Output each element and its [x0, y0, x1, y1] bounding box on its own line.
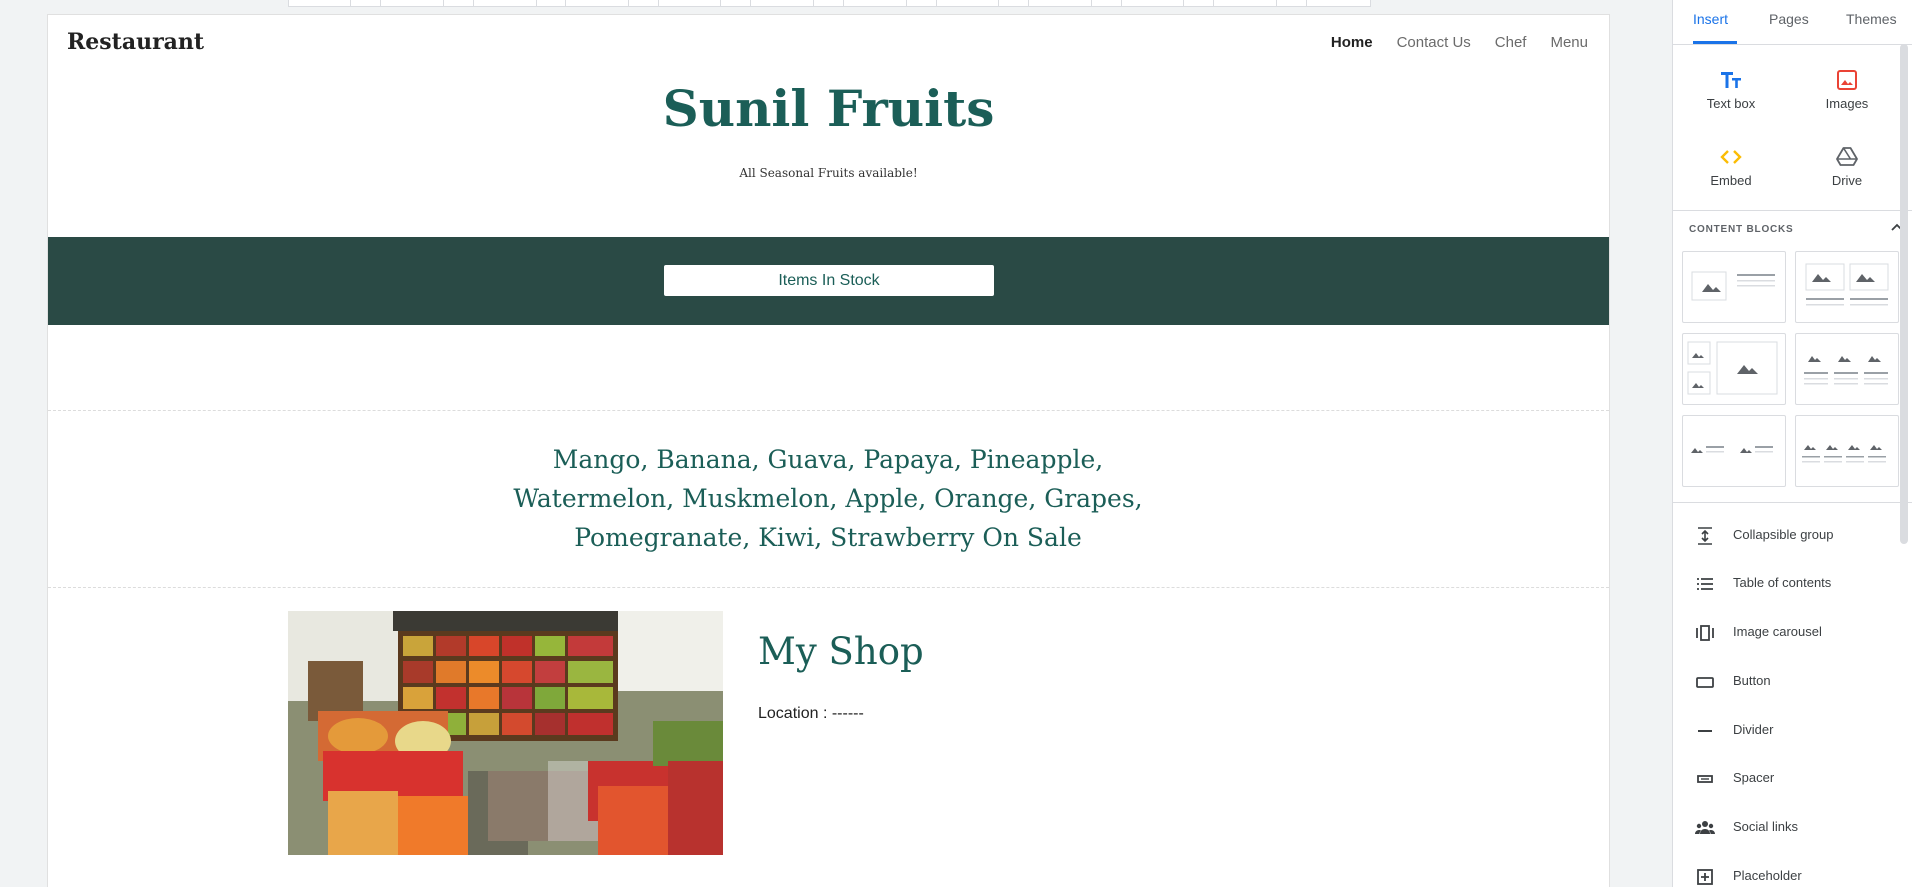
- content-block-2[interactable]: [1795, 251, 1899, 323]
- social-links-icon: [1695, 821, 1715, 834]
- spacer-icon: [1697, 775, 1713, 783]
- insert-spacer-label: Spacer: [1733, 770, 1775, 785]
- content-block-3[interactable]: [1682, 333, 1786, 405]
- sale-text[interactable]: Mango, Banana, Guava, Papaya, Pineapple,…: [488, 440, 1168, 557]
- insert-image-carousel[interactable]: Image carousel: [1673, 613, 1903, 653]
- items-in-stock-button[interactable]: Items In Stock: [664, 265, 994, 296]
- tab-pages[interactable]: Pages: [1769, 11, 1809, 27]
- image-carousel-icon: [1696, 625, 1714, 641]
- insert-text-box-label: Text box: [1706, 96, 1756, 111]
- panel-divider: [1673, 210, 1912, 211]
- site-title[interactable]: Restaurant: [67, 29, 204, 55]
- section-divider: [48, 587, 1609, 588]
- content-block-1[interactable]: [1682, 251, 1786, 323]
- insert-table-of-contents-label: Table of contents: [1733, 575, 1832, 590]
- panel-divider: [1673, 502, 1912, 503]
- active-tab-underline: [1693, 41, 1737, 44]
- insert-placeholder-label: Placeholder: [1733, 868, 1802, 883]
- insert-placeholder[interactable]: Placeholder: [1673, 857, 1903, 887]
- insert-button-label: Button: [1733, 673, 1771, 688]
- insert-embed-label: Embed: [1710, 173, 1752, 188]
- insert-images[interactable]: Images: [1797, 62, 1897, 126]
- tab-themes[interactable]: Themes: [1846, 11, 1897, 27]
- insert-drive[interactable]: Drive: [1797, 139, 1897, 203]
- insert-image-carousel-label: Image carousel: [1733, 624, 1822, 639]
- tab-insert[interactable]: Insert: [1693, 11, 1728, 27]
- nav-contact-us[interactable]: Contact Us: [1397, 34, 1471, 51]
- insert-drive-label: Drive: [1831, 173, 1863, 188]
- insert-divider[interactable]: Divider: [1673, 711, 1903, 751]
- stock-band[interactable]: Items In Stock: [48, 237, 1609, 325]
- insert-panel: Insert Pages Themes Text box Images Embe…: [1672, 0, 1912, 887]
- panel-tabs: Insert Pages Themes: [1673, 0, 1912, 45]
- shop-heading[interactable]: My Shop: [758, 630, 924, 673]
- insert-divider-label: Divider: [1733, 722, 1774, 737]
- insert-text-box[interactable]: Text box: [1681, 62, 1781, 126]
- text-box-icon: [1721, 72, 1741, 88]
- content-block-5[interactable]: [1682, 415, 1786, 487]
- insert-social-links-label: Social links: [1733, 819, 1799, 834]
- placeholder-icon: [1697, 869, 1713, 885]
- nav-chef[interactable]: Chef: [1495, 34, 1527, 51]
- insert-images-label: Images: [1825, 96, 1869, 111]
- drive-icon: [1836, 147, 1858, 166]
- content-blocks-heading: CONTENT BLOCKS: [1689, 224, 1794, 235]
- insert-social-links[interactable]: Social links: [1673, 808, 1903, 848]
- insert-button[interactable]: Button: [1673, 662, 1903, 702]
- hero-subtitle[interactable]: All Seasonal Fruits available!: [48, 166, 1609, 180]
- nav-home[interactable]: Home: [1331, 34, 1373, 51]
- table-of-contents-icon: [1697, 578, 1713, 590]
- shop-location[interactable]: Location : ------: [758, 705, 864, 723]
- content-block-6[interactable]: [1795, 415, 1899, 487]
- insert-spacer[interactable]: Spacer: [1673, 759, 1903, 799]
- panel-scrollbar[interactable]: [1900, 44, 1908, 544]
- top-ruler: [288, 0, 1371, 7]
- button-icon: [1696, 677, 1714, 688]
- content-block-4[interactable]: [1795, 333, 1899, 405]
- insert-collapsible-group[interactable]: Collapsible group: [1673, 516, 1903, 556]
- embed-icon: [1720, 150, 1742, 164]
- section-divider: [48, 410, 1609, 411]
- fruit-stall-image[interactable]: [288, 611, 723, 855]
- collapsible-group-icon: [1698, 527, 1712, 545]
- insert-embed[interactable]: Embed: [1681, 139, 1781, 203]
- insert-collapsible-group-label: Collapsible group: [1733, 527, 1834, 542]
- insert-table-of-contents[interactable]: Table of contents: [1673, 564, 1903, 604]
- nav-menu[interactable]: Menu: [1550, 34, 1588, 51]
- site-header: Restaurant Home Contact Us Chef Menu: [48, 15, 1609, 67]
- images-icon: [1837, 70, 1857, 90]
- site-nav: Home Contact Us Chef Menu: [1331, 34, 1588, 51]
- divider-icon: [1698, 730, 1712, 732]
- hero-title[interactable]: Sunil Fruits: [48, 79, 1609, 138]
- site-canvas[interactable]: Restaurant Home Contact Us Chef Menu Sun…: [48, 15, 1609, 887]
